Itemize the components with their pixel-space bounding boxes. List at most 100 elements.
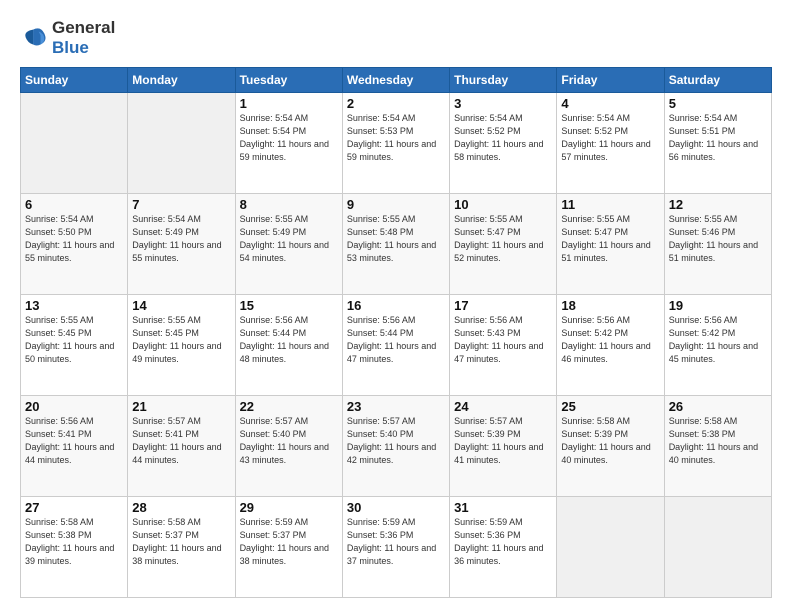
day-info: Sunrise: 5:55 AM Sunset: 5:48 PM Dayligh…	[347, 213, 445, 265]
calendar-cell: 7Sunrise: 5:54 AM Sunset: 5:49 PM Daylig…	[128, 194, 235, 295]
day-number: 9	[347, 197, 445, 212]
day-number: 3	[454, 96, 552, 111]
calendar-cell: 13Sunrise: 5:55 AM Sunset: 5:45 PM Dayli…	[21, 295, 128, 396]
day-info: Sunrise: 5:54 AM Sunset: 5:52 PM Dayligh…	[454, 112, 552, 164]
day-number: 4	[561, 96, 659, 111]
day-info: Sunrise: 5:57 AM Sunset: 5:40 PM Dayligh…	[347, 415, 445, 467]
day-number: 15	[240, 298, 338, 313]
day-info: Sunrise: 5:54 AM Sunset: 5:49 PM Dayligh…	[132, 213, 230, 265]
calendar-table: SundayMondayTuesdayWednesdayThursdayFrid…	[20, 67, 772, 598]
calendar-cell: 31Sunrise: 5:59 AM Sunset: 5:36 PM Dayli…	[450, 496, 557, 597]
day-number: 5	[669, 96, 767, 111]
day-number: 6	[25, 197, 123, 212]
calendar-cell: 12Sunrise: 5:55 AM Sunset: 5:46 PM Dayli…	[664, 194, 771, 295]
day-number: 8	[240, 197, 338, 212]
day-info: Sunrise: 5:54 AM Sunset: 5:50 PM Dayligh…	[25, 213, 123, 265]
weekday-header-sunday: Sunday	[21, 68, 128, 93]
day-number: 11	[561, 197, 659, 212]
calendar-cell: 10Sunrise: 5:55 AM Sunset: 5:47 PM Dayli…	[450, 194, 557, 295]
day-info: Sunrise: 5:56 AM Sunset: 5:44 PM Dayligh…	[240, 314, 338, 366]
header: General Blue	[20, 18, 772, 57]
day-info: Sunrise: 5:56 AM Sunset: 5:42 PM Dayligh…	[669, 314, 767, 366]
day-info: Sunrise: 5:54 AM Sunset: 5:54 PM Dayligh…	[240, 112, 338, 164]
day-info: Sunrise: 5:55 AM Sunset: 5:47 PM Dayligh…	[561, 213, 659, 265]
day-number: 24	[454, 399, 552, 414]
calendar-cell: 15Sunrise: 5:56 AM Sunset: 5:44 PM Dayli…	[235, 295, 342, 396]
day-number: 7	[132, 197, 230, 212]
day-number: 18	[561, 298, 659, 313]
day-number: 20	[25, 399, 123, 414]
logo: General Blue	[20, 18, 115, 57]
day-number: 31	[454, 500, 552, 515]
day-number: 22	[240, 399, 338, 414]
day-info: Sunrise: 5:54 AM Sunset: 5:53 PM Dayligh…	[347, 112, 445, 164]
day-info: Sunrise: 5:56 AM Sunset: 5:42 PM Dayligh…	[561, 314, 659, 366]
day-number: 16	[347, 298, 445, 313]
weekday-header-saturday: Saturday	[664, 68, 771, 93]
logo-text: General Blue	[52, 18, 115, 57]
calendar-cell: 22Sunrise: 5:57 AM Sunset: 5:40 PM Dayli…	[235, 396, 342, 497]
calendar-cell: 24Sunrise: 5:57 AM Sunset: 5:39 PM Dayli…	[450, 396, 557, 497]
day-info: Sunrise: 5:55 AM Sunset: 5:47 PM Dayligh…	[454, 213, 552, 265]
day-number: 30	[347, 500, 445, 515]
calendar-cell: 11Sunrise: 5:55 AM Sunset: 5:47 PM Dayli…	[557, 194, 664, 295]
calendar-cell: 5Sunrise: 5:54 AM Sunset: 5:51 PM Daylig…	[664, 93, 771, 194]
calendar-cell: 27Sunrise: 5:58 AM Sunset: 5:38 PM Dayli…	[21, 496, 128, 597]
calendar-cell: 19Sunrise: 5:56 AM Sunset: 5:42 PM Dayli…	[664, 295, 771, 396]
calendar-cell: 6Sunrise: 5:54 AM Sunset: 5:50 PM Daylig…	[21, 194, 128, 295]
day-number: 2	[347, 96, 445, 111]
calendar-cell: 14Sunrise: 5:55 AM Sunset: 5:45 PM Dayli…	[128, 295, 235, 396]
day-info: Sunrise: 5:54 AM Sunset: 5:51 PM Dayligh…	[669, 112, 767, 164]
calendar-cell: 2Sunrise: 5:54 AM Sunset: 5:53 PM Daylig…	[342, 93, 449, 194]
day-info: Sunrise: 5:58 AM Sunset: 5:38 PM Dayligh…	[669, 415, 767, 467]
calendar-cell: 9Sunrise: 5:55 AM Sunset: 5:48 PM Daylig…	[342, 194, 449, 295]
day-info: Sunrise: 5:56 AM Sunset: 5:44 PM Dayligh…	[347, 314, 445, 366]
calendar-cell: 26Sunrise: 5:58 AM Sunset: 5:38 PM Dayli…	[664, 396, 771, 497]
day-number: 26	[669, 399, 767, 414]
day-number: 27	[25, 500, 123, 515]
day-info: Sunrise: 5:57 AM Sunset: 5:41 PM Dayligh…	[132, 415, 230, 467]
day-info: Sunrise: 5:55 AM Sunset: 5:46 PM Dayligh…	[669, 213, 767, 265]
calendar-cell: 18Sunrise: 5:56 AM Sunset: 5:42 PM Dayli…	[557, 295, 664, 396]
day-info: Sunrise: 5:55 AM Sunset: 5:45 PM Dayligh…	[25, 314, 123, 366]
day-info: Sunrise: 5:58 AM Sunset: 5:37 PM Dayligh…	[132, 516, 230, 568]
day-info: Sunrise: 5:56 AM Sunset: 5:41 PM Dayligh…	[25, 415, 123, 467]
calendar-cell: 4Sunrise: 5:54 AM Sunset: 5:52 PM Daylig…	[557, 93, 664, 194]
calendar-cell: 16Sunrise: 5:56 AM Sunset: 5:44 PM Dayli…	[342, 295, 449, 396]
day-info: Sunrise: 5:55 AM Sunset: 5:45 PM Dayligh…	[132, 314, 230, 366]
calendar-cell: 8Sunrise: 5:55 AM Sunset: 5:49 PM Daylig…	[235, 194, 342, 295]
calendar-cell: 23Sunrise: 5:57 AM Sunset: 5:40 PM Dayli…	[342, 396, 449, 497]
calendar-cell: 17Sunrise: 5:56 AM Sunset: 5:43 PM Dayli…	[450, 295, 557, 396]
calendar-cell	[557, 496, 664, 597]
weekday-header-wednesday: Wednesday	[342, 68, 449, 93]
weekday-header-tuesday: Tuesday	[235, 68, 342, 93]
day-info: Sunrise: 5:58 AM Sunset: 5:38 PM Dayligh…	[25, 516, 123, 568]
calendar-cell: 21Sunrise: 5:57 AM Sunset: 5:41 PM Dayli…	[128, 396, 235, 497]
day-info: Sunrise: 5:55 AM Sunset: 5:49 PM Dayligh…	[240, 213, 338, 265]
calendar-cell: 28Sunrise: 5:58 AM Sunset: 5:37 PM Dayli…	[128, 496, 235, 597]
day-number: 25	[561, 399, 659, 414]
weekday-header-monday: Monday	[128, 68, 235, 93]
day-number: 28	[132, 500, 230, 515]
calendar-cell: 20Sunrise: 5:56 AM Sunset: 5:41 PM Dayli…	[21, 396, 128, 497]
calendar-cell: 29Sunrise: 5:59 AM Sunset: 5:37 PM Dayli…	[235, 496, 342, 597]
calendar-cell	[664, 496, 771, 597]
day-number: 17	[454, 298, 552, 313]
day-info: Sunrise: 5:54 AM Sunset: 5:52 PM Dayligh…	[561, 112, 659, 164]
day-info: Sunrise: 5:58 AM Sunset: 5:39 PM Dayligh…	[561, 415, 659, 467]
calendar-cell: 3Sunrise: 5:54 AM Sunset: 5:52 PM Daylig…	[450, 93, 557, 194]
day-number: 21	[132, 399, 230, 414]
calendar-cell	[128, 93, 235, 194]
day-number: 19	[669, 298, 767, 313]
calendar-cell	[21, 93, 128, 194]
weekday-header-friday: Friday	[557, 68, 664, 93]
day-info: Sunrise: 5:59 AM Sunset: 5:36 PM Dayligh…	[347, 516, 445, 568]
day-info: Sunrise: 5:57 AM Sunset: 5:39 PM Dayligh…	[454, 415, 552, 467]
calendar-cell: 25Sunrise: 5:58 AM Sunset: 5:39 PM Dayli…	[557, 396, 664, 497]
day-number: 10	[454, 197, 552, 212]
day-number: 12	[669, 197, 767, 212]
calendar-cell: 30Sunrise: 5:59 AM Sunset: 5:36 PM Dayli…	[342, 496, 449, 597]
calendar-cell: 1Sunrise: 5:54 AM Sunset: 5:54 PM Daylig…	[235, 93, 342, 194]
weekday-header-thursday: Thursday	[450, 68, 557, 93]
logo-icon	[20, 24, 48, 52]
